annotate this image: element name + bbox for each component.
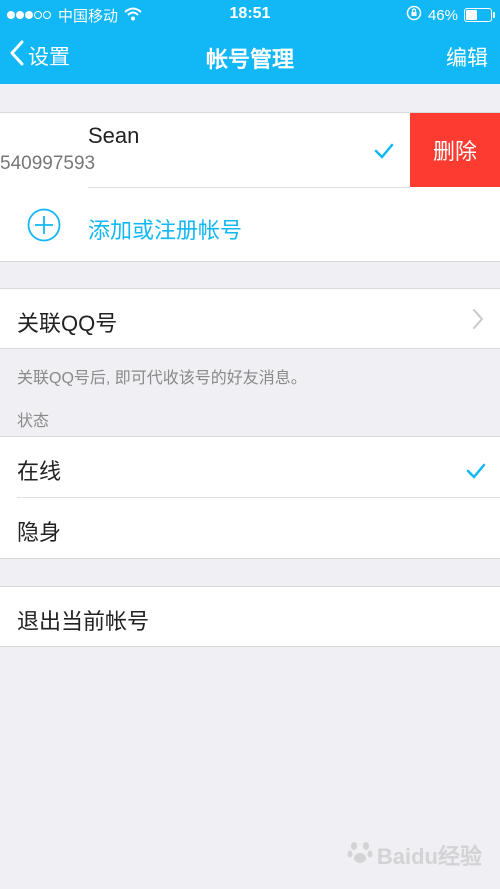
linked-qq-label: 关联QQ号 xyxy=(17,311,118,336)
account-name: Sean xyxy=(88,123,140,148)
battery-fill xyxy=(466,10,477,20)
battery-icon xyxy=(464,8,495,22)
linked-qq-hint: 关联QQ号后, 即可代收该号的好友消息。 xyxy=(17,370,307,387)
status-option-invisible[interactable]: 隐身 xyxy=(0,498,500,558)
status-bar: 中国移动 18:51 46% xyxy=(0,0,500,30)
logout-group: 退出当前帐号 xyxy=(0,586,500,647)
status-section-header: 状态 xyxy=(17,413,50,430)
battery-percent: 46% xyxy=(427,6,458,24)
nav-bar: 设置 帐号管理 编辑 xyxy=(0,30,500,84)
chevron-right-icon xyxy=(472,308,484,335)
accounts-group: Sean 540997593 删除 添加或注册帐号 xyxy=(0,112,500,262)
linked-qq-group: 关联QQ号 xyxy=(0,288,500,349)
account-row[interactable]: Sean 540997593 删除 xyxy=(0,113,500,187)
status-right: 46% xyxy=(406,5,495,25)
status-option-online[interactable]: 在线 xyxy=(0,437,500,497)
page-title: 帐号管理 xyxy=(205,47,294,72)
checkmark-icon xyxy=(466,459,486,485)
linked-qq-row[interactable]: 关联QQ号 xyxy=(0,289,500,348)
add-account-row[interactable]: 添加或注册帐号 xyxy=(0,188,500,261)
status-group: 在线 隐身 xyxy=(0,436,500,559)
logout-label: 退出当前帐号 xyxy=(17,609,150,634)
status-option-label: 隐身 xyxy=(17,520,62,545)
account-id: 540997593 xyxy=(0,153,96,174)
edit-button[interactable]: 编辑 xyxy=(446,42,488,72)
delete-button[interactable]: 删除 xyxy=(410,113,500,187)
paw-icon xyxy=(347,839,373,871)
logout-button[interactable]: 退出当前帐号 xyxy=(0,587,500,646)
watermark-text: Baidu经验 xyxy=(376,844,482,869)
add-circle-icon xyxy=(27,208,61,247)
watermark-logo: Baidu经验 xyxy=(347,839,482,871)
status-option-label: 在线 xyxy=(17,459,62,484)
rotation-lock-icon xyxy=(406,5,422,25)
add-account-label: 添加或注册帐号 xyxy=(88,218,243,243)
checkmark-icon xyxy=(374,139,394,165)
